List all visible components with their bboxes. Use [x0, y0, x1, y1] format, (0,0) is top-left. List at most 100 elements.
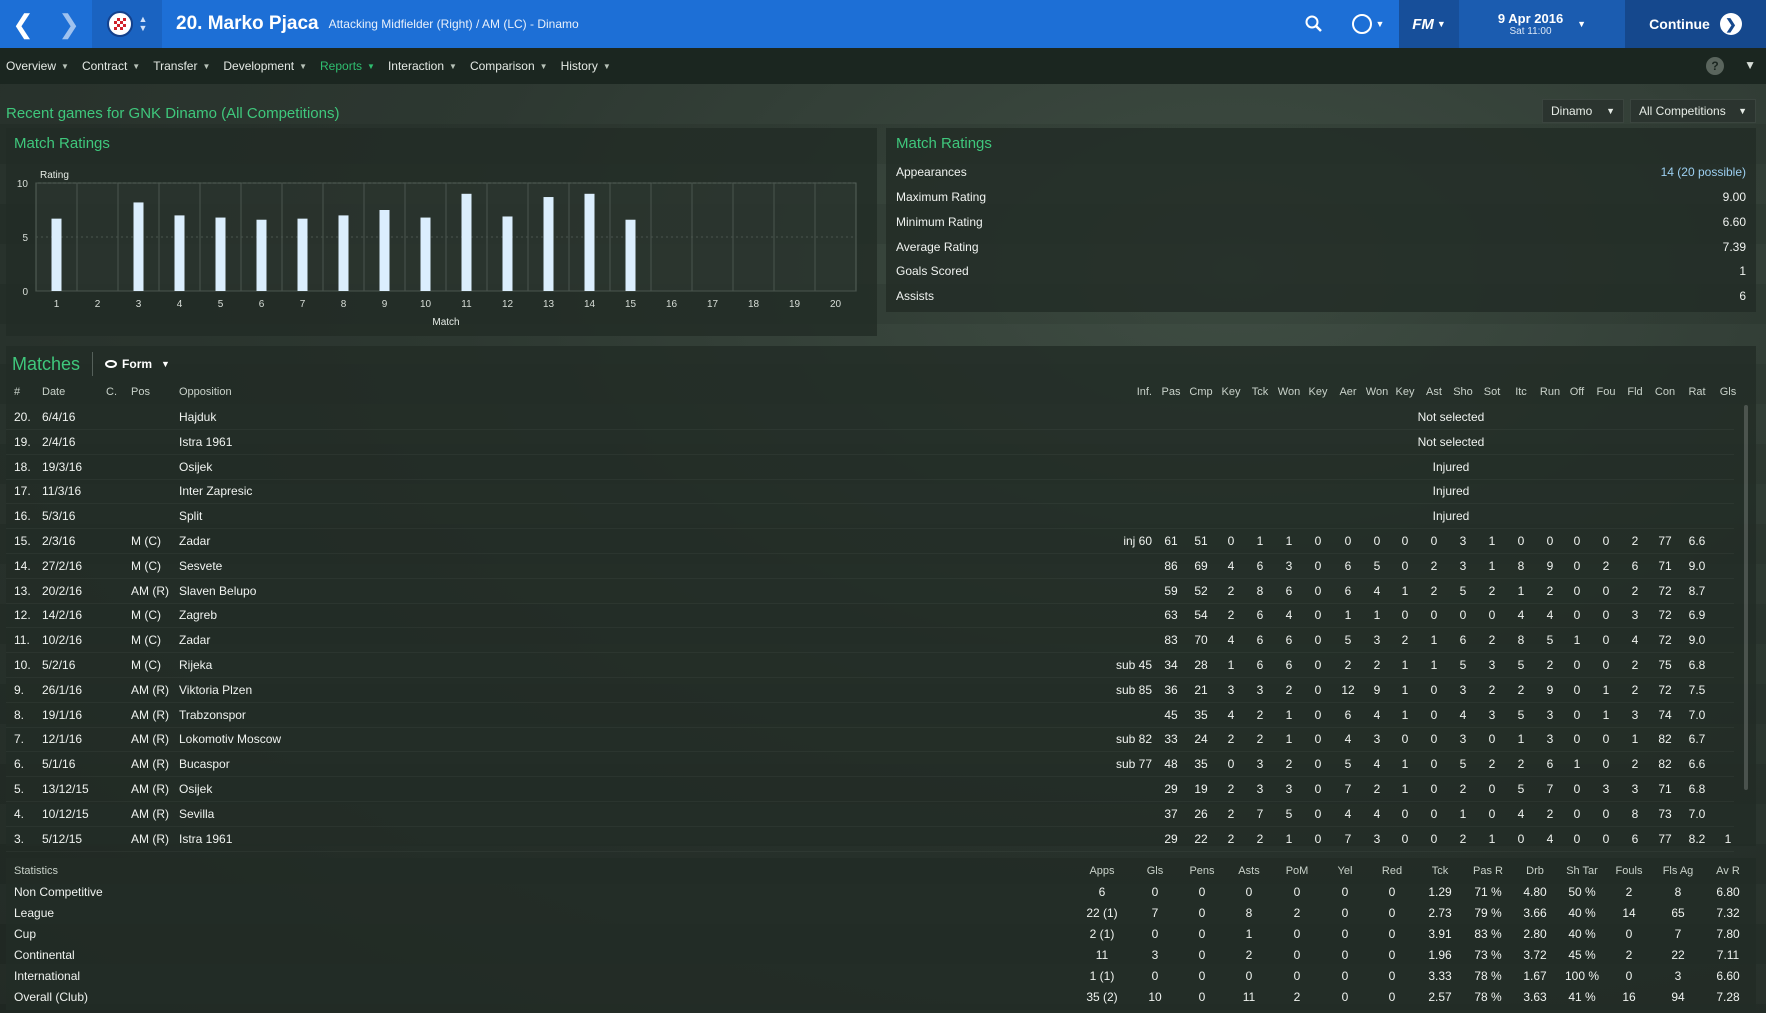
competition-filter-dropdown[interactable]: All Competitions ▼ [1630, 99, 1756, 123]
column-header[interactable]: Ast [1418, 380, 1450, 404]
column-header[interactable]: Pas [1155, 380, 1187, 404]
captain-flag [106, 455, 132, 479]
column-header[interactable]: C. [106, 380, 132, 404]
match-row[interactable]: 12. 14/2/16 M (C) Zagreb 63 54 2 6 4 0 1 1 0 0 0 0 4 4 0 0 3… [6, 603, 1734, 627]
match-row[interactable]: 18. 19/3/16 Osijek Injured [6, 455, 1734, 479]
fm-menu-button[interactable]: FM ▼ [1399, 0, 1459, 48]
club-filter-dropdown[interactable]: Dinamo ▼ [1542, 99, 1624, 123]
match-involvement [1086, 579, 1152, 603]
forward-button[interactable]: ❯ [46, 0, 92, 48]
column-header[interactable]: Won [1273, 380, 1305, 404]
column-header[interactable]: Sot [1476, 380, 1508, 404]
column-header[interactable]: Key [1389, 380, 1421, 404]
opposition-link[interactable]: Zadar [179, 529, 439, 553]
column-header[interactable]: Date [42, 380, 92, 404]
menu-transfer[interactable]: Transfer ▼ [147, 48, 217, 84]
chevron-down-icon[interactable]: ▼ [1744, 58, 1756, 72]
column-header[interactable]: Fou [1590, 380, 1622, 404]
view-selector-button[interactable]: Form ▼ [105, 357, 170, 371]
column-header[interactable]: Gls [1712, 380, 1744, 404]
club-crest-selector[interactable]: ▲ ▼ [92, 0, 162, 48]
match-number: 10. [14, 658, 31, 672]
opposition-link[interactable]: Istra 1961 [179, 430, 439, 454]
opposition-link[interactable]: Sevilla [179, 802, 439, 826]
opposition-link[interactable]: Viktoria Plzen [179, 678, 439, 702]
captain-flag [106, 554, 132, 578]
match-row[interactable]: 7. 12/1/16 AM (R) Lokomotiv Moscow sub 82 33 2… [6, 727, 1734, 751]
match-row[interactable]: 8. 19/1/16 AM (R) Trabzonspor 45 35 4 2 1 0 6 4 1 0 4 3… [6, 703, 1734, 727]
menu-reports[interactable]: Reports ▼ [314, 48, 382, 84]
opposition-link[interactable]: Lokomotiv Moscow [179, 727, 439, 751]
matches-table: # Date C. Pos Opposition Inf. Pas Cmp Key Tck Won K… [6, 380, 1754, 852]
match-row[interactable]: 20. 6/4/16 Hajduk Not selected [6, 405, 1734, 429]
match-date: 12/1/16 [42, 732, 83, 747]
menu-development[interactable]: Development ▼ [217, 48, 314, 84]
column-header[interactable]: Con [1649, 380, 1681, 404]
menu-overview[interactable]: Overview ▼ [0, 48, 76, 84]
match-stat-cell: 5 [1344, 633, 1352, 648]
match-stat-cell: 9.0 [1688, 558, 1706, 573]
column-header[interactable]: Sho [1447, 380, 1479, 404]
match-row[interactable]: 17. 11/3/16 Inter Zapresic Injured [6, 479, 1734, 503]
x-tick-label: 10 [420, 299, 432, 310]
match-involvement [1086, 603, 1152, 627]
opposition-link[interactable]: Split [179, 504, 439, 528]
opposition-link[interactable]: Istra 1961 [179, 827, 439, 851]
match-row[interactable]: 13. 20/2/16 AM (R) Slaven Belupo 59 52 2 8 6 0 6 4 1… [6, 579, 1734, 603]
column-header[interactable]: Rat [1681, 380, 1713, 404]
date-display[interactable]: 9 Apr 2016 Sat 11:00 ▼ [1459, 0, 1625, 48]
opposition-link[interactable]: Zagreb [179, 603, 439, 627]
column-header[interactable]: Fld [1619, 380, 1651, 404]
match-row[interactable]: 16. 5/3/16 Split Injured [6, 504, 1734, 528]
match-row[interactable]: 10. 5/2/16 M (C) Rijeka sub 45 34 28 1 6 6 0 2 2 1 1 5 3… [6, 653, 1734, 677]
match-row[interactable]: 3. 5/12/15 AM (R) Istra 1961 29 22 2 2 1 0 7 3 0 0 2 1 0… [6, 827, 1734, 851]
match-date: 10/2/16 [42, 633, 83, 648]
captain-flag [106, 653, 132, 677]
match-stat-cell: 0 [1430, 682, 1438, 697]
match-row[interactable]: 9. 26/1/16 AM (R) Viktoria Plzen sub 85 36 21 3… [6, 678, 1734, 702]
match-stat-cell: 7.5 [1688, 682, 1706, 697]
menu-history[interactable]: History ▼ [555, 48, 618, 84]
opposition-link[interactable]: Zadar [179, 628, 439, 652]
match-stat-cell: 19 [1194, 782, 1208, 796]
column-header[interactable]: Opposition [179, 380, 439, 404]
column-header[interactable]: Aer [1332, 380, 1364, 404]
opposition-link[interactable]: Sesvete [179, 554, 439, 578]
world-menu-button[interactable]: ▼ [1337, 0, 1399, 48]
menu-comparison[interactable]: Comparison ▼ [464, 48, 555, 84]
match-row[interactable]: 19. 2/4/16 Istra 1961 Not selected [6, 430, 1734, 454]
column-header[interactable]: Itc [1505, 380, 1537, 404]
column-header[interactable]: Off [1561, 380, 1593, 404]
column-header[interactable]: Tck [1244, 380, 1276, 404]
match-row[interactable]: 6. 5/1/16 AM (R) Bucaspor sub 77 48 35 0 3 2 0 5 4 1 0… [6, 752, 1734, 776]
opposition-link[interactable]: Slaven Belupo [179, 579, 439, 603]
match-row[interactable]: 5. 13/12/15 AM (R) Osijek 29 19 2 3 3 0 7 2 1 0 2 0 5 7 0 3… [6, 777, 1734, 801]
column-header[interactable]: Cmp [1185, 380, 1217, 404]
search-button[interactable] [1291, 0, 1337, 48]
captain-flag [106, 827, 132, 851]
match-row[interactable]: 11. 10/2/16 M (C) Zadar 83 70 4 6 6 0 5 3 2 1 6 2 8 5 1 0 4 7… [6, 628, 1734, 652]
matches-scrollbar[interactable] [1744, 405, 1748, 790]
continue-button[interactable]: Continue ❯ [1625, 0, 1766, 48]
opposition-link[interactable]: Osijek [179, 777, 439, 801]
menu-interaction[interactable]: Interaction ▼ [382, 48, 464, 84]
back-button[interactable]: ❮ [0, 0, 46, 48]
match-row[interactable]: 15. 2/3/16 M (C) Zadar inj 60 61 51 0 1 1 0 0 0 0 0 3 1 0… [6, 529, 1734, 553]
help-icon[interactable]: ? [1706, 57, 1724, 75]
rating-bar [379, 210, 390, 291]
opposition-link[interactable]: Inter Zapresic [179, 479, 439, 503]
opposition-link[interactable]: Hajduk [179, 405, 439, 429]
column-header[interactable]: Key [1215, 380, 1247, 404]
summary-value[interactable]: 14 (20 possible) [1661, 165, 1746, 179]
opposition-link[interactable]: Bucaspor [179, 752, 439, 776]
column-header[interactable]: Key [1302, 380, 1334, 404]
opposition-link[interactable]: Osijek [179, 455, 439, 479]
opposition-link[interactable]: Trabzonspor [179, 703, 439, 727]
match-row[interactable]: 4. 10/12/15 AM (R) Sevilla 37 26 2 7 5 0 4 4 0 0 1 0 4 2 0… [6, 802, 1734, 826]
opposition-link[interactable]: Rijeka [179, 653, 439, 677]
match-row[interactable]: 14. 27/2/16 M (C) Sesvete 86 69 4 6 3 0 6 5 0 2 3 1 8 9 0 2… [6, 554, 1734, 578]
column-header[interactable]: # [14, 380, 40, 404]
menu-contract[interactable]: Contract ▼ [76, 48, 147, 84]
menu-label: Comparison [469, 59, 535, 73]
column-header[interactable]: Inf. [1086, 380, 1152, 404]
